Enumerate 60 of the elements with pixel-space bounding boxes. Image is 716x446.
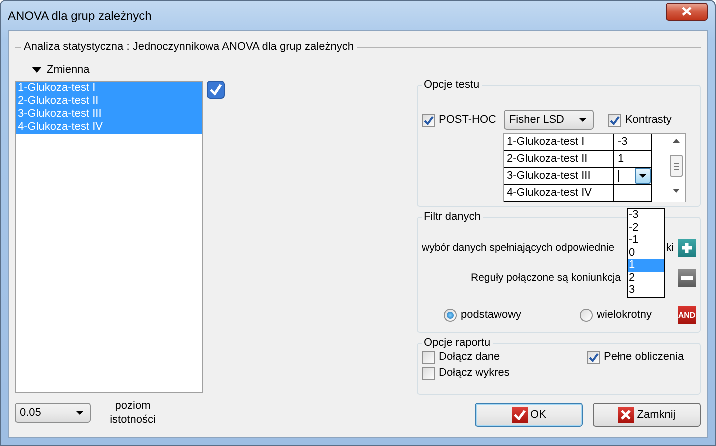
scroll-down-icon xyxy=(673,189,680,193)
checkbox[interactable] xyxy=(608,114,622,126)
table-cell: 2-Glukoza-test II xyxy=(504,151,614,168)
radio-button[interactable] xyxy=(444,308,457,322)
plus-icon xyxy=(681,242,693,254)
dropdown-option[interactable]: -2 xyxy=(628,222,664,234)
check-icon xyxy=(514,410,526,420)
dropdown-option[interactable]: -1 xyxy=(628,234,664,246)
table-cell xyxy=(614,185,652,202)
window-title: ANOVA dla grup zależnych xyxy=(8,8,153,22)
radio-label: podstawowy xyxy=(461,309,522,321)
dropdown-option[interactable]: 3 xyxy=(628,284,664,296)
scrollbar-thumb[interactable] xyxy=(670,155,683,177)
checkbox-label: Dołącz dane xyxy=(439,351,500,363)
checkbox[interactable] xyxy=(422,114,435,126)
radio-label: wielokrotny xyxy=(597,309,652,321)
table-cell: 4-Glukoza-test IV xyxy=(504,185,614,202)
weight-dropdown[interactable] xyxy=(614,168,652,185)
caret-icon xyxy=(579,118,588,122)
table-cell: 1-Glukoza-test I xyxy=(504,134,614,151)
checkbox-label: Pełne obliczenia xyxy=(604,351,684,363)
caret-icon xyxy=(76,411,84,415)
filter-label: wybór danych spełniających odpowiednie xyxy=(422,242,615,254)
radio-button[interactable] xyxy=(580,308,593,322)
group-title: Opcje raportu xyxy=(423,338,492,349)
group-title: Filtr danych xyxy=(423,212,482,223)
ok-button[interactable]: OK xyxy=(475,403,583,427)
checkbox-label: Kontrasty xyxy=(625,114,672,126)
table-cell: 3-Glukoza-test III xyxy=(504,168,614,185)
check-mark-icon xyxy=(609,114,620,126)
dropdown-option[interactable]: 0 xyxy=(628,246,664,259)
section-title: Analiza statystyczna : Jednoczynnikowa ANOVA dla grup zależnych xyxy=(24,41,354,53)
close-icon xyxy=(621,410,632,420)
minus-icon xyxy=(681,276,693,280)
close-button[interactable] xyxy=(666,2,708,20)
dropdown-list[interactable]: -3 -2 -1 0 1 2 3 xyxy=(627,208,665,298)
add-rule-button[interactable] xyxy=(678,239,696,257)
checkbox[interactable] xyxy=(587,350,600,364)
close-icon xyxy=(682,7,692,16)
checkbox[interactable] xyxy=(422,366,435,380)
remove-rule-button[interactable] xyxy=(678,269,696,287)
significance-label: poziom istotności xyxy=(109,399,157,427)
dropdown-option[interactable]: -3 xyxy=(628,209,664,222)
checkbox-label: POST-HOC xyxy=(439,114,496,126)
close-button[interactable]: Zamknij xyxy=(593,403,701,427)
checkbox-label: Dołącz wykres xyxy=(439,367,510,379)
check-mark-icon xyxy=(423,114,434,126)
check-mark-icon xyxy=(588,352,599,362)
and-button[interactable]: AND xyxy=(678,306,696,324)
group-title: Opcje testu xyxy=(423,80,481,91)
table-cell: -3 xyxy=(614,134,652,151)
significance-dropdown[interactable]: 0.05 xyxy=(15,403,91,423)
scroll-up-icon xyxy=(673,139,680,143)
rules-label: Reguły połączone są koniunkcja xyxy=(470,272,621,284)
caret-icon xyxy=(639,174,647,178)
dropdown-option[interactable]: 2 xyxy=(628,272,664,284)
filter-label: ki xyxy=(666,242,674,254)
checkbox[interactable] xyxy=(422,350,435,364)
list-header: Zmienna xyxy=(47,64,90,76)
post-hoc-dropdown[interactable]: Fisher LSD xyxy=(504,110,594,130)
